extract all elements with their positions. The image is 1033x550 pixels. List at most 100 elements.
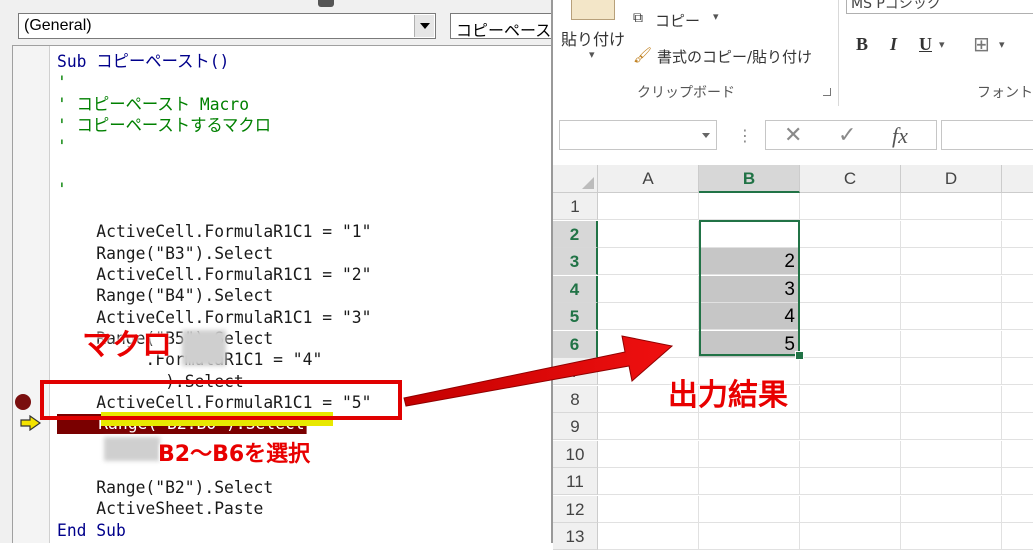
row-header-6[interactable]: 6	[553, 330, 598, 358]
copy-button[interactable]: コピー	[655, 10, 700, 31]
procedure-combo[interactable]: (General)	[18, 13, 436, 39]
row-header-1[interactable]: 1	[553, 193, 598, 220]
fill-handle[interactable]	[795, 351, 804, 360]
code-line[interactable]: '	[57, 73, 67, 94]
cell[interactable]	[1002, 221, 1033, 248]
cell[interactable]	[598, 193, 699, 220]
cell[interactable]	[699, 495, 800, 523]
column-header-c[interactable]: C	[800, 165, 901, 193]
cell[interactable]	[901, 330, 1002, 358]
row-header-10[interactable]: 10	[553, 440, 598, 468]
cell[interactable]	[901, 248, 1002, 275]
cell[interactable]	[800, 220, 901, 248]
enter-icon[interactable]: ✓	[838, 123, 856, 148]
code-line[interactable]: '	[57, 180, 67, 201]
cell[interactable]	[598, 303, 699, 330]
cell[interactable]	[800, 468, 901, 495]
column-header-a[interactable]: A	[598, 165, 699, 193]
code-line[interactable]: Range("B3").Select	[57, 244, 273, 265]
bold-button[interactable]: B	[856, 34, 868, 55]
dialog-launcher-icon[interactable]	[823, 88, 831, 96]
border-icon[interactable]: ⊞	[973, 32, 990, 56]
cell[interactable]	[1002, 193, 1033, 220]
cell[interactable]	[901, 385, 1002, 413]
column-header-b[interactable]: B	[699, 165, 800, 193]
cell[interactable]	[598, 330, 699, 358]
cell[interactable]	[800, 385, 901, 413]
cell[interactable]	[800, 413, 901, 440]
code-line[interactable]: '	[57, 137, 67, 158]
worksheet-grid[interactable]: ABCD 1 2 3 2 4 3 5 4 6 5 7 8 9 10 11 12 13	[553, 165, 1033, 550]
cell[interactable]	[901, 495, 1002, 523]
row-header-11[interactable]: 11	[553, 468, 598, 495]
insert-function-icon[interactable]: fx	[892, 123, 908, 149]
code-line[interactable]: End Sub	[57, 521, 126, 542]
code-line[interactable]: Sub コピーペースト()	[57, 52, 229, 73]
cell[interactable]	[901, 468, 1002, 495]
cell[interactable]	[901, 413, 1002, 440]
cell[interactable]	[699, 413, 800, 440]
code-window[interactable]: Sub コピーペースト() ' ' コピーペースト Macro ' コピーペーストする…	[12, 45, 551, 543]
cell[interactable]	[800, 193, 901, 220]
scroll-thumb[interactable]	[318, 0, 334, 7]
chevron-down-icon[interactable]	[414, 15, 434, 37]
cell[interactable]	[598, 468, 699, 495]
column-header-d[interactable]: D	[901, 165, 1002, 193]
cell[interactable]	[901, 275, 1002, 303]
object-combo[interactable]: コピーペースト	[450, 13, 551, 40]
code-line[interactable]: ' コピーペーストするマクロ	[57, 116, 271, 137]
cell[interactable]	[901, 358, 1002, 385]
cell[interactable]	[1002, 386, 1033, 413]
cell[interactable]	[1002, 358, 1033, 385]
cell[interactable]	[901, 193, 1002, 220]
row-header-9[interactable]: 9	[553, 413, 598, 440]
row-header-12[interactable]: 12	[553, 495, 598, 523]
italic-button[interactable]: I	[890, 34, 897, 55]
cell[interactable]	[598, 495, 699, 523]
copy-icon[interactable]: ⧉	[633, 10, 643, 26]
cell[interactable]	[598, 275, 699, 303]
cell[interactable]	[800, 523, 901, 550]
cell[interactable]	[800, 358, 901, 385]
cell-b6[interactable]: 5	[699, 330, 800, 358]
row-header-3[interactable]: 3	[553, 248, 598, 275]
code-line[interactable]: ActiveCell.FormulaR1C1 = "1"	[57, 222, 371, 243]
chevron-down-icon[interactable]	[702, 133, 710, 138]
code-line[interactable]: Range("B4").Select	[57, 286, 273, 307]
paste-dropdown-icon[interactable]: ▾	[589, 48, 595, 61]
code-line[interactable]: Range("B2").Select	[57, 478, 273, 499]
paste-button[interactable]: 貼り付け	[561, 26, 625, 50]
cell[interactable]	[1002, 276, 1033, 303]
row-header-5[interactable]: 5	[553, 303, 598, 330]
row-header-4[interactable]: 4	[553, 275, 598, 303]
cell[interactable]	[1002, 413, 1033, 440]
cell[interactable]	[901, 523, 1002, 550]
cell[interactable]	[800, 330, 901, 358]
format-painter-icon[interactable]: 🖌	[633, 46, 652, 64]
cell[interactable]	[598, 248, 699, 275]
indicator-margin[interactable]	[13, 46, 50, 543]
cell[interactable]	[1002, 523, 1033, 550]
cell[interactable]	[901, 220, 1002, 248]
cell[interactable]	[800, 440, 901, 468]
format-painter-button[interactable]: 書式のコピー/貼り付け	[657, 46, 812, 67]
cell[interactable]	[901, 440, 1002, 468]
cell[interactable]	[800, 275, 901, 303]
cell-b3[interactable]: 2	[699, 248, 800, 275]
formula-input[interactable]	[941, 120, 1033, 150]
cell[interactable]	[1002, 441, 1033, 468]
code-line[interactable]: ActiveCell.FormulaR1C1 = "2"	[57, 265, 371, 286]
cell[interactable]	[699, 220, 800, 248]
cell[interactable]	[800, 248, 901, 275]
clipboard-icon[interactable]	[571, 0, 615, 20]
code-line[interactable]: ' コピーペースト Macro	[57, 95, 249, 116]
font-name-box[interactable]: MS Pゴシック	[846, 0, 1033, 14]
cell[interactable]	[800, 303, 901, 330]
code-line[interactable]: ActiveSheet.Paste	[57, 499, 263, 520]
cell[interactable]	[901, 303, 1002, 330]
cell-b5[interactable]: 4	[699, 303, 800, 330]
cell[interactable]	[598, 440, 699, 468]
column-header-overflow[interactable]	[1002, 165, 1033, 193]
cell[interactable]	[1002, 496, 1033, 523]
copy-dropdown-icon[interactable]: ▾	[713, 10, 719, 23]
